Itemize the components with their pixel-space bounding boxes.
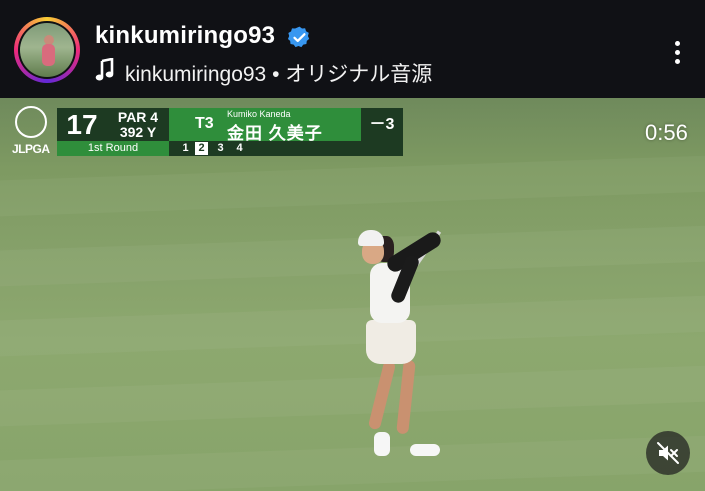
avatar[interactable] xyxy=(18,21,76,79)
round-indicator: 1 2 3 4 xyxy=(169,141,403,156)
round-1: 1 xyxy=(182,142,189,154)
round-2-active: 2 xyxy=(195,142,208,155)
golfer-logo-icon xyxy=(15,106,47,138)
round-4: 4 xyxy=(236,142,243,154)
hole-number: 17 xyxy=(57,108,107,141)
golfer-figure xyxy=(340,218,480,478)
player-score: －3 xyxy=(361,108,403,141)
round-label: 1st Round xyxy=(57,141,169,156)
round-3: 3 xyxy=(217,142,224,154)
player-name-romaji: Kumiko Kaneda xyxy=(227,109,291,119)
audio-attribution[interactable]: kinkumiringo93 • オリジナル音源 xyxy=(125,58,432,88)
reel-view: kinkumiringo93 kinkumiringo93 • オリジナル音源 xyxy=(0,0,705,491)
par-label: PAR 4 xyxy=(117,109,159,125)
music-note-icon xyxy=(95,58,114,81)
verified-badge-icon xyxy=(287,26,310,48)
player-position: T3 xyxy=(195,115,214,132)
yardage-label: 392 Y xyxy=(119,124,157,140)
jlpga-logo: JLPGA xyxy=(12,106,52,162)
speaker-muted-icon xyxy=(657,442,679,464)
avatar-image xyxy=(20,23,74,77)
par-yardage: PAR 4 392 Y xyxy=(107,108,169,141)
video-player[interactable]: JLPGA 17 PAR 4 392 Y T3 Kumiko Kaneda 金田… xyxy=(0,98,705,491)
player-panel: T3 Kumiko Kaneda 金田 久美子 xyxy=(169,108,361,143)
avatar-story-ring[interactable] xyxy=(14,17,80,83)
logo-text: JLPGA xyxy=(12,142,50,156)
mute-button[interactable] xyxy=(646,431,690,475)
username[interactable]: kinkumiringo93 xyxy=(95,22,275,50)
video-timer: 0:56 xyxy=(645,120,688,145)
more-vertical-icon[interactable] xyxy=(664,38,690,68)
post-header: kinkumiringo93 kinkumiringo93 • オリジナル音源 xyxy=(0,0,705,98)
